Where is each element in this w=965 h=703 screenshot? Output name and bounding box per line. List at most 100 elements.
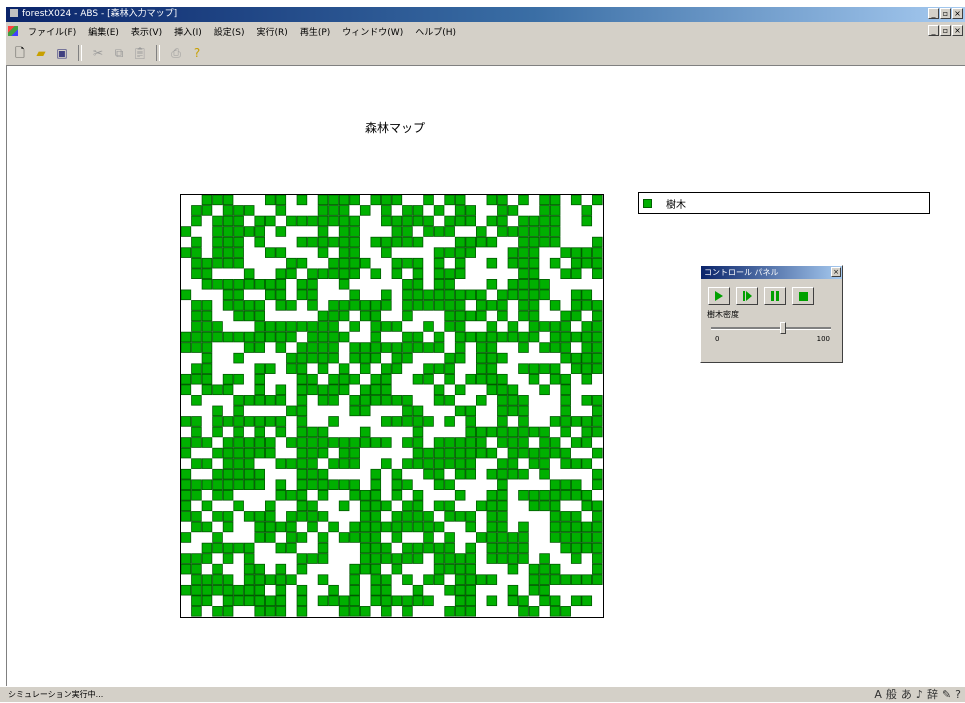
print-icon[interactable]: ⎙ [168, 45, 184, 61]
menu-play[interactable]: 再生(P) [294, 25, 336, 38]
tree-cell [275, 574, 287, 585]
forest-map[interactable] [180, 194, 604, 618]
stop-button[interactable] [792, 287, 814, 305]
tree-cell [349, 479, 360, 491]
tree-cell [402, 479, 413, 491]
menu-edit[interactable]: 編集(E) [82, 25, 125, 38]
keyboard-icon[interactable]: 般 [886, 687, 897, 703]
tree-cell [296, 500, 308, 512]
tree-cell [233, 300, 244, 311]
tree-cell [286, 321, 297, 332]
help-icon[interactable]: ? [189, 45, 205, 61]
menu-insert[interactable]: 挿入(I) [168, 25, 208, 38]
toolbar: 🗋 ▰ ▣ ✂ ⧉ 📋︎ ⎙ ? [6, 40, 965, 66]
tree-cell [254, 384, 265, 396]
doc-minimize-button[interactable]: _ [928, 25, 939, 36]
tree-cell [518, 395, 529, 406]
tree-cell [539, 553, 550, 564]
tree-cell [391, 553, 403, 564]
tree-cell [349, 226, 360, 237]
save-icon[interactable]: ▣ [54, 45, 70, 61]
tree-cell [528, 310, 540, 322]
tree-cell [539, 226, 550, 237]
help-icon[interactable]: ✎ [942, 687, 951, 703]
menu-file[interactable]: ファイル(F) [22, 25, 82, 38]
tree-cell [338, 532, 350, 543]
tree-cell [265, 595, 276, 607]
dictionary-icon[interactable]: ♪ [916, 687, 923, 703]
close-button[interactable]: × [952, 8, 963, 19]
tree-cell [581, 395, 593, 406]
new-file-icon[interactable]: 🗋 [12, 45, 28, 61]
document-icon[interactable] [8, 26, 18, 36]
tree-cell [539, 279, 550, 290]
tree-cell [296, 342, 308, 353]
tree-cell [254, 321, 265, 332]
tree-cell [307, 521, 318, 533]
tree-cell [212, 384, 223, 396]
maximize-button[interactable]: ▫ [940, 8, 951, 19]
menu-view[interactable]: 表示(V) [125, 25, 168, 38]
tree-cell [370, 352, 382, 364]
tree-cell [349, 405, 360, 417]
tree-cell [570, 574, 582, 585]
tree-cell [243, 595, 255, 607]
tree-cell [497, 521, 508, 533]
paste-icon[interactable]: 📋︎ [132, 45, 148, 61]
tree-cell [412, 426, 424, 438]
control-panel-close-button[interactable]: × [831, 267, 841, 277]
doc-close-button[interactable]: × [952, 25, 963, 36]
tree-cell [560, 331, 571, 343]
tree-cell [444, 195, 455, 206]
tree-cell [233, 373, 244, 385]
caps-icon[interactable]: ? [955, 687, 961, 703]
menu-run[interactable]: 実行(R) [251, 25, 294, 38]
tree-cell [549, 321, 561, 332]
tree-cell [338, 257, 350, 269]
tree-cell [212, 447, 223, 459]
copy-icon[interactable]: ⧉ [111, 45, 127, 61]
map-title: 森林マップ [364, 121, 425, 135]
tree-cell [254, 532, 265, 543]
tree-cell [254, 468, 265, 480]
tool-icon[interactable]: 辞 [927, 687, 938, 703]
tree-cell [507, 437, 519, 448]
tree-cell [381, 195, 392, 206]
tree-cell [317, 352, 329, 364]
slider-thumb[interactable] [780, 322, 786, 334]
tree-cell [359, 342, 371, 353]
menu-window[interactable]: ウィンドウ(W) [336, 25, 409, 38]
tree-cell [370, 342, 382, 353]
tree-cell [570, 363, 582, 374]
tree-cell [254, 300, 265, 311]
menu-settings[interactable]: 設定(S) [208, 25, 251, 38]
tree-cell [275, 479, 287, 491]
step-button[interactable] [736, 287, 758, 305]
tree-cell [370, 331, 382, 343]
ime-icon[interactable]: あ [901, 687, 912, 703]
doc-restore-button[interactable]: ▫ [940, 25, 951, 36]
tree-cell [296, 363, 308, 374]
tree-cell [402, 257, 413, 269]
tree-cell [370, 521, 382, 533]
tree-cell [243, 447, 255, 459]
pause-button[interactable] [764, 287, 786, 305]
tree-cell [486, 511, 498, 522]
tree-cell [454, 342, 466, 353]
tree-cell [317, 595, 329, 607]
tree-cell [486, 321, 498, 332]
control-panel-title-bar[interactable]: コントロール パネル × [701, 266, 842, 279]
tree-cell [412, 521, 424, 533]
tree-cell [317, 479, 329, 491]
input-method-icon[interactable]: A [874, 687, 882, 703]
cut-icon[interactable]: ✂ [90, 45, 106, 61]
tree-cell [560, 395, 571, 406]
tree-cell [486, 257, 498, 269]
open-folder-icon[interactable]: ▰ [33, 45, 49, 61]
density-slider[interactable] [711, 322, 831, 334]
tree-cell [349, 247, 360, 258]
tree-cell [275, 342, 287, 353]
menu-help[interactable]: ヘルプ(H) [409, 25, 462, 38]
minimize-button[interactable]: _ [928, 8, 939, 19]
play-button[interactable] [708, 287, 730, 305]
